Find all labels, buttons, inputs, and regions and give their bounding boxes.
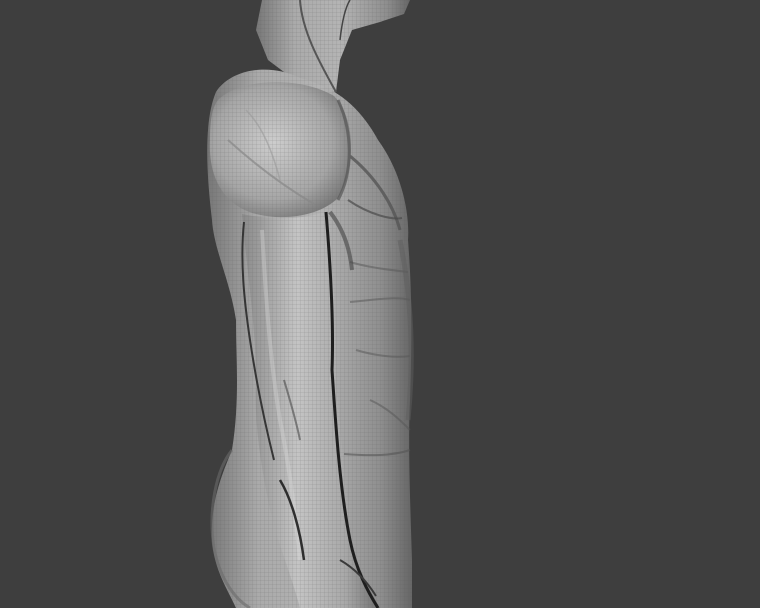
shoulder — [209, 82, 352, 218]
3d-viewport[interactable] — [0, 0, 760, 608]
sculpt-model[interactable] — [0, 0, 760, 608]
